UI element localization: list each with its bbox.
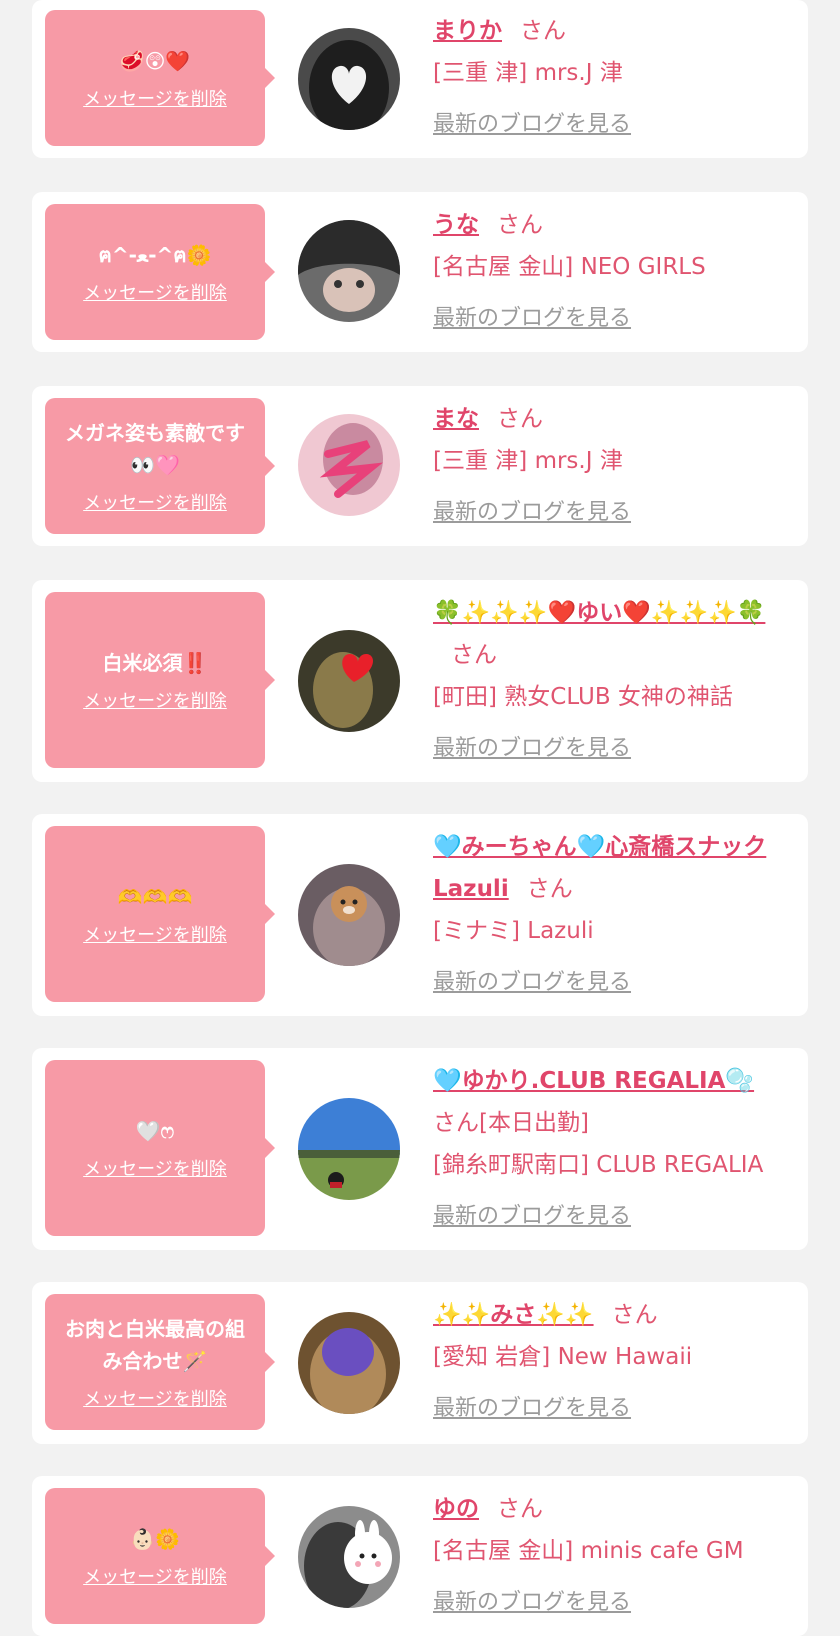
delete-message-link[interactable]: メッセージを削除 bbox=[83, 687, 227, 713]
message-bubble: 🤍ෆ メッセージを削除 bbox=[45, 1060, 275, 1236]
girl-name-link[interactable]: 🩵みーちゃん🩵心斎橋スナックLazuli bbox=[433, 834, 766, 902]
message-card: ฅ^-ﻌ-^ฅ🌼 メッセージを削除 うな さん [名古屋 金山] NEO GIRL… bbox=[32, 192, 808, 352]
avatar[interactable] bbox=[298, 630, 400, 732]
girl-name-link[interactable]: まな bbox=[433, 406, 479, 432]
message-card: 白米必須‼️ メッセージを削除 🍀✨✨✨❤️ゆい❤️✨✨✨🍀 さん [町田] 熟女… bbox=[32, 580, 808, 782]
latest-blog-link[interactable]: 最新のブログを見る bbox=[433, 298, 793, 340]
shop-label: [名古屋 金山] minis cafe GM bbox=[433, 1538, 744, 1564]
latest-blog-link[interactable]: 最新のブログを見る bbox=[433, 1582, 793, 1624]
shop-label: [ミナミ] Lazuli bbox=[433, 918, 594, 944]
honorific: さん bbox=[526, 876, 573, 902]
message-text: ฅ^-ﻌ-^ฅ🌼 bbox=[98, 243, 212, 267]
shop-label: [名古屋 金山] NEO GIRLS bbox=[433, 254, 706, 280]
girl-name-link[interactable]: 🍀✨✨✨❤️ゆい❤️✨✨✨🍀 bbox=[433, 600, 765, 626]
message-card: 🤍ෆ メッセージを削除 🩵ゆかり.CLUB REGALIA🫧 さん[本日出勤] [… bbox=[32, 1048, 808, 1250]
message-bubble: メガネ姿も素敵です👀🩷 メッセージを削除 bbox=[45, 398, 275, 534]
delete-message-link[interactable]: メッセージを削除 bbox=[83, 1155, 227, 1181]
message-text: 🥩😲❤️ bbox=[119, 49, 191, 73]
latest-blog-link[interactable]: 最新のブログを見る bbox=[433, 1388, 793, 1430]
honorific: さん bbox=[433, 1110, 479, 1136]
girl-info: まりか さん [三重 津] mrs.J 津 最新のブログを見る bbox=[433, 10, 793, 146]
honorific: さん bbox=[520, 18, 566, 44]
message-card: 🫶🫶🫶 メッセージを削除 🩵みーちゃん🩵心斎橋スナックLazuli さん [ミナミ… bbox=[32, 814, 808, 1016]
message-text: メガネ姿も素敵です👀🩷 bbox=[65, 421, 245, 477]
message-text: お肉と白米最高の組み合わせ🪄 bbox=[65, 1317, 245, 1373]
shop-label: [錦糸町駅南口] CLUB REGALIA bbox=[433, 1152, 764, 1178]
girl-info: ゆの さん [名古屋 金山] minis cafe GM 最新のブログを見る bbox=[433, 1488, 793, 1624]
honorific: さん bbox=[497, 406, 543, 432]
message-bubble: お肉と白米最高の組み合わせ🪄 メッセージを削除 bbox=[45, 1294, 275, 1430]
latest-blog-link[interactable]: 最新のブログを見る bbox=[433, 492, 793, 534]
message-card: 🥩😲❤️ メッセージを削除 まりか さん [三重 津] mrs.J 津 最新のブロ… bbox=[32, 0, 808, 158]
latest-blog-link[interactable]: 最新のブログを見る bbox=[433, 728, 803, 770]
girl-name-link[interactable]: まりか bbox=[433, 18, 502, 44]
avatar[interactable] bbox=[298, 414, 400, 516]
avatar[interactable] bbox=[298, 28, 400, 130]
avatar[interactable] bbox=[298, 1312, 400, 1414]
message-bubble: 🫶🫶🫶 メッセージを削除 bbox=[45, 826, 275, 1002]
shop-label: [愛知 岩倉] New Hawaii bbox=[433, 1344, 693, 1370]
latest-blog-link[interactable]: 最新のブログを見る bbox=[433, 1196, 803, 1238]
delete-message-link[interactable]: メッセージを削除 bbox=[83, 921, 227, 947]
honorific: さん bbox=[611, 1302, 658, 1328]
girl-info: 🩵みーちゃん🩵心斎橋スナックLazuli さん [ミナミ] Lazuli 最新のブ… bbox=[433, 826, 793, 1004]
girl-info: うな さん [名古屋 金山] NEO GIRLS 最新のブログを見る bbox=[433, 204, 793, 340]
message-bubble: ฅ^-ﻌ-^ฅ🌼 メッセージを削除 bbox=[45, 204, 275, 340]
girl-name-link[interactable]: ✨✨みさ✨✨ bbox=[433, 1302, 594, 1328]
delete-message-link[interactable]: メッセージを削除 bbox=[83, 279, 227, 305]
avatar[interactable] bbox=[298, 220, 400, 322]
avatar[interactable] bbox=[298, 1098, 400, 1200]
delete-message-link[interactable]: メッセージを削除 bbox=[83, 489, 227, 515]
honorific: さん bbox=[497, 212, 543, 238]
avatar[interactable] bbox=[298, 864, 400, 966]
message-text: 🫶🫶🫶 bbox=[117, 885, 193, 909]
girl-info: まな さん [三重 津] mrs.J 津 最新のブログを見る bbox=[433, 398, 793, 534]
girl-info: ✨✨みさ✨✨ さん [愛知 岩倉] New Hawaii 最新のブログを見る bbox=[433, 1294, 793, 1430]
message-bubble: 🥩😲❤️ メッセージを削除 bbox=[45, 10, 275, 146]
message-list: 🥩😲❤️ メッセージを削除 まりか さん [三重 津] mrs.J 津 最新のブロ… bbox=[0, 0, 840, 1636]
message-card: 👶🏻🌼 メッセージを削除 ゆの さん [名古屋 金山] minis cafe GM… bbox=[32, 1476, 808, 1636]
girl-info: 🍀✨✨✨❤️ゆい❤️✨✨✨🍀 さん [町田] 熟女CLUB 女神の神話 最新のブロ… bbox=[433, 592, 803, 770]
latest-blog-link[interactable]: 最新のブログを見る bbox=[433, 962, 793, 1004]
honorific: さん bbox=[497, 1496, 543, 1522]
message-text: 👶🏻🌼 bbox=[130, 1527, 180, 1551]
shop-label: [町田] 熟女CLUB 女神の神話 bbox=[433, 684, 733, 710]
girl-name-link[interactable]: うな bbox=[433, 212, 479, 238]
message-text: 白米必須‼️ bbox=[102, 651, 208, 675]
message-text: 🤍ෆ bbox=[135, 1119, 175, 1143]
shop-label: [三重 津] mrs.J 津 bbox=[433, 60, 623, 86]
girl-info: 🩵ゆかり.CLUB REGALIA🫧 さん[本日出勤] [錦糸町駅南口] CLUB… bbox=[433, 1060, 803, 1238]
message-card: お肉と白米最高の組み合わせ🪄 メッセージを削除 ✨✨みさ✨✨ さん [愛知 岩倉]… bbox=[32, 1282, 808, 1444]
girl-name-link[interactable]: ゆの bbox=[433, 1496, 479, 1522]
avatar[interactable] bbox=[298, 1506, 400, 1608]
delete-message-link[interactable]: メッセージを削除 bbox=[83, 85, 227, 111]
shop-label: [三重 津] mrs.J 津 bbox=[433, 448, 623, 474]
honorific: さん bbox=[451, 642, 497, 668]
latest-blog-link[interactable]: 最新のブログを見る bbox=[433, 104, 793, 146]
delete-message-link[interactable]: メッセージを削除 bbox=[83, 1563, 227, 1589]
status-suffix: [本日出勤] bbox=[479, 1110, 589, 1136]
delete-message-link[interactable]: メッセージを削除 bbox=[83, 1385, 227, 1411]
girl-name-link[interactable]: 🩵ゆかり.CLUB REGALIA🫧 bbox=[433, 1068, 754, 1094]
message-bubble: 👶🏻🌼 メッセージを削除 bbox=[45, 1488, 275, 1624]
message-card: メガネ姿も素敵です👀🩷 メッセージを削除 まな さん [三重 津] mrs.J 津… bbox=[32, 386, 808, 546]
message-bubble: 白米必須‼️ メッセージを削除 bbox=[45, 592, 275, 768]
